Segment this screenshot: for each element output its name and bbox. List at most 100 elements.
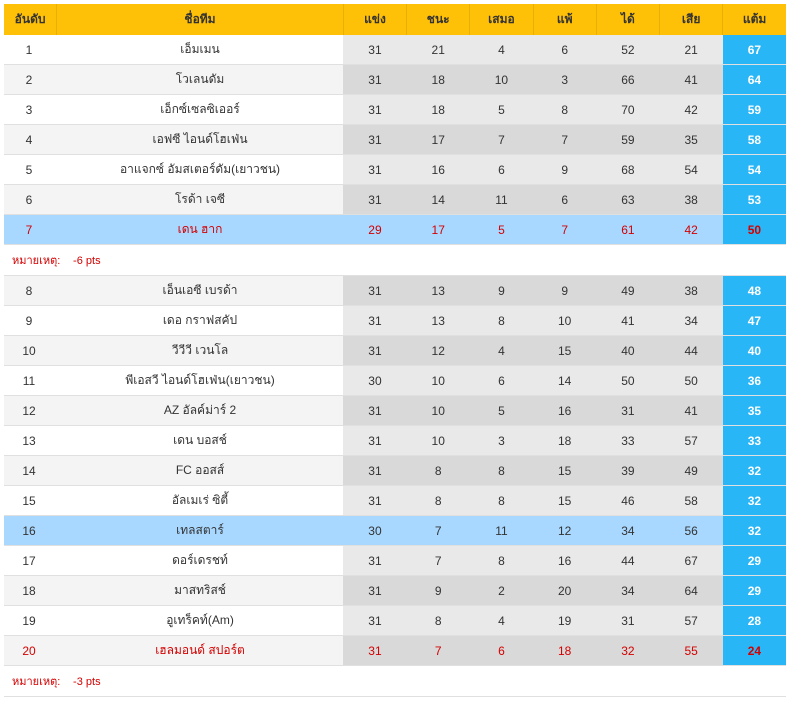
cell-rank: 12 bbox=[4, 396, 57, 426]
cell-rank: 18 bbox=[4, 576, 57, 606]
cell-points: 33 bbox=[723, 426, 786, 456]
cell-played: 29 bbox=[343, 215, 406, 245]
cell-lose: 14 bbox=[533, 366, 596, 396]
table-row[interactable]: 10วีวีวี เวนโล3112415404440 bbox=[4, 336, 786, 366]
cell-team: เดน บอสช์ bbox=[57, 426, 344, 456]
cell-lose: 7 bbox=[533, 125, 596, 155]
cell-played: 31 bbox=[343, 426, 406, 456]
header-points: แต้ม bbox=[723, 4, 786, 35]
cell-for: 34 bbox=[596, 576, 659, 606]
cell-points: 48 bbox=[723, 276, 786, 306]
cell-played: 31 bbox=[343, 276, 406, 306]
note-label: หมายเหตุ: bbox=[12, 251, 70, 269]
cell-points: 58 bbox=[723, 125, 786, 155]
table-row[interactable]: 11พีเอสวี ไอนด์โฮเฟ่น(เยาวชน)30106145050… bbox=[4, 366, 786, 396]
note-text: -6 pts bbox=[70, 255, 101, 267]
cell-against: 67 bbox=[660, 546, 723, 576]
table-row[interactable]: 14FC ออสส์318815394932 bbox=[4, 456, 786, 486]
table-row[interactable]: 12AZ อัลค์ม่าร์ 23110516314135 bbox=[4, 396, 786, 426]
cell-played: 31 bbox=[343, 636, 406, 666]
cell-win: 21 bbox=[407, 35, 470, 65]
table-row[interactable]: 16เทลสตาร์3071112345632 bbox=[4, 516, 786, 546]
cell-played: 31 bbox=[343, 155, 406, 185]
cell-win: 10 bbox=[407, 366, 470, 396]
cell-draw: 11 bbox=[470, 516, 533, 546]
cell-draw: 6 bbox=[470, 366, 533, 396]
note-label: หมายเหตุ: bbox=[12, 672, 70, 690]
cell-against: 64 bbox=[660, 576, 723, 606]
cell-against: 56 bbox=[660, 516, 723, 546]
cell-draw: 9 bbox=[470, 276, 533, 306]
cell-against: 21 bbox=[660, 35, 723, 65]
cell-points: 29 bbox=[723, 576, 786, 606]
header-rank: อันดับ bbox=[4, 4, 57, 35]
cell-lose: 15 bbox=[533, 336, 596, 366]
cell-win: 17 bbox=[407, 215, 470, 245]
table-row[interactable]: 3เอ็กซ์เซลซิเออร์311858704259 bbox=[4, 95, 786, 125]
cell-lose: 8 bbox=[533, 95, 596, 125]
cell-win: 8 bbox=[407, 456, 470, 486]
table-row[interactable]: 1เอ็มเมน312146522167 bbox=[4, 35, 786, 65]
table-row[interactable]: 7เดน ฮาก291757614250 bbox=[4, 215, 786, 245]
table-row[interactable]: 2โวเลนดัม3118103664164 bbox=[4, 65, 786, 95]
cell-win: 7 bbox=[407, 636, 470, 666]
table-row[interactable]: 13เดน บอสช์3110318335733 bbox=[4, 426, 786, 456]
cell-team: อัลเมเร่ ซิตี้ bbox=[57, 486, 344, 516]
table-row[interactable]: 20เฮลมอนด์ สปอร์ต317618325524 bbox=[4, 636, 786, 666]
cell-draw: 5 bbox=[470, 396, 533, 426]
cell-against: 50 bbox=[660, 366, 723, 396]
cell-rank: 17 bbox=[4, 546, 57, 576]
cell-for: 44 bbox=[596, 546, 659, 576]
header-team: ชื่อทีม bbox=[57, 4, 344, 35]
cell-rank: 20 bbox=[4, 636, 57, 666]
cell-draw: 4 bbox=[470, 606, 533, 636]
table-row[interactable]: 17ดอร์เดรชท์317816446729 bbox=[4, 546, 786, 576]
cell-rank: 15 bbox=[4, 486, 57, 516]
header-lose: แพ้ bbox=[533, 4, 596, 35]
cell-draw: 6 bbox=[470, 155, 533, 185]
table-row[interactable]: 8เอ็นเอซี เบรด้า311399493848 bbox=[4, 276, 786, 306]
cell-played: 31 bbox=[343, 35, 406, 65]
cell-lose: 3 bbox=[533, 65, 596, 95]
cell-lose: 19 bbox=[533, 606, 596, 636]
cell-team: เอ็มเมน bbox=[57, 35, 344, 65]
cell-for: 70 bbox=[596, 95, 659, 125]
cell-lose: 16 bbox=[533, 396, 596, 426]
cell-draw: 6 bbox=[470, 636, 533, 666]
cell-lose: 9 bbox=[533, 276, 596, 306]
cell-points: 35 bbox=[723, 396, 786, 426]
cell-lose: 7 bbox=[533, 215, 596, 245]
cell-team: อูเทร็คท์(Am) bbox=[57, 606, 344, 636]
table-row[interactable]: 18มาสทริสช์319220346429 bbox=[4, 576, 786, 606]
cell-draw: 8 bbox=[470, 486, 533, 516]
cell-win: 7 bbox=[407, 516, 470, 546]
cell-against: 58 bbox=[660, 486, 723, 516]
cell-points: 28 bbox=[723, 606, 786, 636]
note-row: หมายเหตุ: -6 pts bbox=[4, 245, 786, 276]
table-row[interactable]: 19อูเทร็คท์(Am)318419315728 bbox=[4, 606, 786, 636]
cell-draw: 8 bbox=[470, 306, 533, 336]
cell-played: 31 bbox=[343, 486, 406, 516]
cell-team: เอ็กซ์เซลซิเออร์ bbox=[57, 95, 344, 125]
cell-team: อาแจกซ์ อัมสเตอร์ดัม(เยาวชน) bbox=[57, 155, 344, 185]
cell-points: 53 bbox=[723, 185, 786, 215]
note-text: -3 pts bbox=[70, 676, 101, 688]
cell-against: 41 bbox=[660, 396, 723, 426]
cell-played: 31 bbox=[343, 546, 406, 576]
cell-win: 17 bbox=[407, 125, 470, 155]
table-row[interactable]: 4เอฟซี ไอนด์โฮเฟ่น311777593558 bbox=[4, 125, 786, 155]
cell-rank: 19 bbox=[4, 606, 57, 636]
table-row[interactable]: 9เดอ กราฟสคัป3113810413447 bbox=[4, 306, 786, 336]
cell-team: พีเอสวี ไอนด์โฮเฟ่น(เยาวชน) bbox=[57, 366, 344, 396]
cell-team: เดน ฮาก bbox=[57, 215, 344, 245]
table-row[interactable]: 15อัลเมเร่ ซิตี้318815465832 bbox=[4, 486, 786, 516]
table-row[interactable]: 5อาแจกซ์ อัมสเตอร์ดัม(เยาวชน)31166968545… bbox=[4, 155, 786, 185]
cell-rank: 3 bbox=[4, 95, 57, 125]
table-row[interactable]: 6โรด้า เจซี3114116633853 bbox=[4, 185, 786, 215]
cell-against: 49 bbox=[660, 456, 723, 486]
cell-points: 29 bbox=[723, 546, 786, 576]
cell-win: 18 bbox=[407, 95, 470, 125]
cell-played: 31 bbox=[343, 606, 406, 636]
note-row: หมายเหตุ: -3 pts bbox=[4, 666, 786, 697]
cell-for: 46 bbox=[596, 486, 659, 516]
